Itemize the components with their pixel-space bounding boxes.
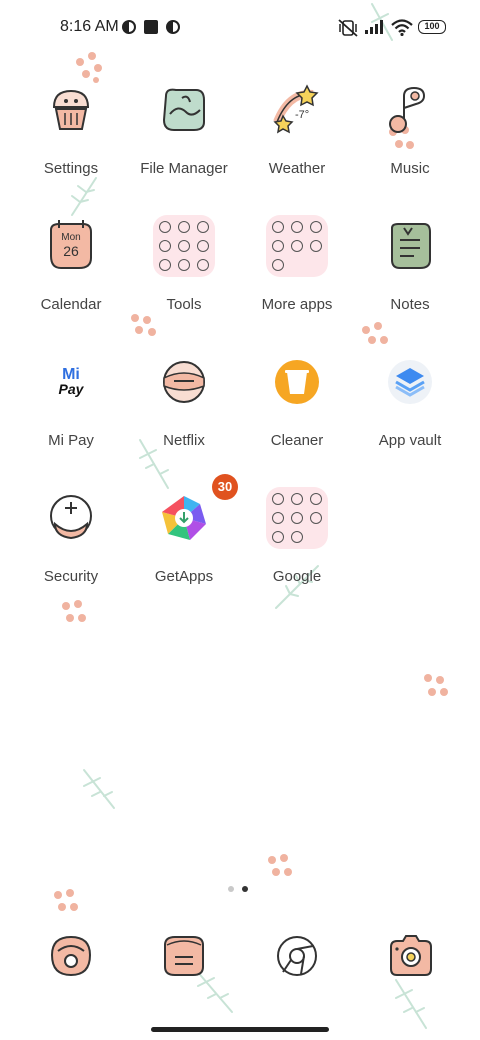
mi-pay-logo-top: Mi: [62, 366, 80, 383]
wifi-icon: [391, 19, 413, 36]
app-label: Weather: [268, 160, 326, 177]
calendar-day: 26: [63, 243, 79, 259]
signal-icon: [365, 20, 383, 34]
folder-icon: [266, 487, 328, 549]
clock: 8:16 AM: [60, 18, 119, 35]
dock-messages[interactable]: [128, 928, 240, 984]
getapps-icon: [162, 496, 206, 540]
home-gesture-bar[interactable]: [151, 1027, 329, 1032]
app-settings[interactable]: Settings: [15, 78, 127, 177]
file-manager-icon: [162, 88, 205, 131]
app-music[interactable]: Music: [354, 78, 466, 177]
app-getapps[interactable]: 30 GetApps: [128, 474, 240, 585]
notification-badge: 30: [212, 474, 238, 500]
calendar-icon: Mon 26: [50, 220, 92, 269]
chrome-browser-icon: [277, 936, 317, 976]
calendar-weekday: Mon: [61, 232, 80, 243]
app-label: Cleaner: [270, 432, 324, 449]
netflix-icon: [163, 361, 205, 403]
app-label: Security: [43, 568, 99, 585]
app-netflix[interactable]: Netflix: [128, 350, 240, 449]
mi-pay-icon: Mi Pay: [39, 350, 103, 414]
cupcake-settings-icon: [52, 89, 90, 130]
cleaner-icon: [275, 360, 319, 404]
dock-camera[interactable]: [354, 928, 466, 984]
app-folder-tools[interactable]: Tools: [128, 214, 240, 313]
app-notification-icon: [122, 20, 136, 34]
app-label: Notes: [390, 296, 430, 313]
stop-square-icon: [144, 20, 158, 34]
dock-phone[interactable]: [15, 928, 127, 984]
app-notes[interactable]: Notes: [354, 214, 466, 313]
app-label: Google: [272, 568, 322, 585]
app-notification-icon: [166, 20, 180, 34]
page-indicator[interactable]: [228, 879, 256, 897]
messages-icon: [164, 936, 204, 976]
weather-temp: -7°: [295, 109, 309, 121]
app-label: More apps: [261, 296, 333, 313]
page-dot-active[interactable]: [242, 886, 248, 892]
app-file-manager[interactable]: File Manager: [128, 78, 240, 177]
app-label: App vault: [378, 432, 442, 449]
battery-icon: 100: [418, 20, 446, 34]
music-note-icon: [389, 86, 426, 133]
app-weather[interactable]: -7° Weather: [241, 78, 353, 177]
page-dot[interactable]: [228, 886, 234, 892]
app-security[interactable]: Security: [15, 486, 127, 585]
vibrate-silent-icon: [338, 19, 358, 37]
app-calendar[interactable]: Mon 26 Calendar: [15, 214, 127, 313]
app-label: Settings: [43, 160, 99, 177]
folder-icon: [153, 215, 215, 277]
notes-icon: [391, 223, 431, 269]
shooting-star-weather-icon: -7°: [273, 84, 319, 134]
status-bar: 8:16 AM 100: [0, 0, 480, 56]
dock-browser[interactable]: [241, 928, 353, 984]
app-label: Tools: [166, 296, 202, 313]
mi-pay-logo-bottom: Pay: [58, 381, 84, 397]
security-icon: [50, 495, 92, 540]
app-label: File Manager: [140, 160, 228, 177]
app-label: GetApps: [154, 568, 214, 585]
app-mi-pay[interactable]: Mi Pay Mi Pay: [15, 350, 127, 450]
app-folder-more-apps[interactable]: More apps: [241, 214, 353, 313]
app-folder-google[interactable]: Google: [241, 486, 353, 585]
phone-icon: [50, 935, 92, 977]
app-vault-icon: [388, 360, 432, 404]
app-label: Netflix: [163, 432, 205, 449]
app-cleaner[interactable]: Cleaner: [241, 350, 353, 449]
app-label: Mi Pay: [48, 432, 94, 449]
app-label: Music: [390, 160, 430, 177]
camera-icon: [390, 935, 432, 976]
folder-icon: [266, 215, 328, 277]
app-app-vault[interactable]: App vault: [354, 350, 466, 449]
app-label: Calendar: [40, 296, 102, 313]
